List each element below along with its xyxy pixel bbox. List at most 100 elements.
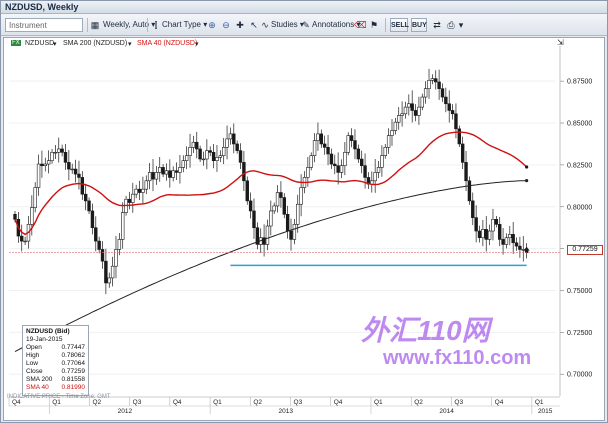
candle-body xyxy=(144,180,148,190)
candle-body xyxy=(107,277,111,284)
candle-body xyxy=(444,96,448,105)
candle-body xyxy=(90,210,95,228)
candle-body xyxy=(481,229,485,239)
x-year-label: 2013 xyxy=(279,408,294,415)
chart-window: NZDUSD, Weekly Instrument ▦ Weekly, Auto… xyxy=(0,0,608,423)
candle-body xyxy=(511,234,515,244)
candle-body xyxy=(70,168,74,171)
candle-body xyxy=(164,170,169,175)
candle-body xyxy=(376,167,381,173)
candlesticks xyxy=(13,68,529,295)
candle-body xyxy=(312,140,317,156)
candle-body xyxy=(211,152,216,161)
candle-body xyxy=(248,200,253,212)
candle-body xyxy=(289,230,293,240)
candle-body xyxy=(121,212,125,240)
candle-body xyxy=(131,193,135,203)
candle-body xyxy=(427,80,431,89)
candle-body xyxy=(80,177,85,195)
candle-body xyxy=(356,148,361,160)
data-value: 0.77259 xyxy=(61,368,86,375)
candle-body xyxy=(46,160,51,165)
candle-body xyxy=(114,249,118,267)
candle-body xyxy=(353,140,357,150)
candle-body xyxy=(484,229,488,240)
candle-body xyxy=(73,168,78,175)
candle-body xyxy=(20,235,24,242)
y-tick-label: 0.82500 xyxy=(567,162,592,169)
data-row-sma40: SMA 40 0.81990 xyxy=(26,384,85,392)
candle-body xyxy=(326,146,330,155)
candle-body xyxy=(282,197,286,215)
candle-body xyxy=(171,170,175,178)
candle-body xyxy=(397,115,401,123)
last-price-tag: 0.77259 xyxy=(567,245,603,255)
candle-body xyxy=(174,170,179,173)
candle-body xyxy=(299,187,303,205)
candle-body xyxy=(30,207,34,225)
candle-body xyxy=(420,96,424,108)
x-quarter-label: Q1 xyxy=(213,399,222,406)
candle-body xyxy=(265,225,270,245)
candle-body xyxy=(67,162,71,170)
candle-body xyxy=(447,103,451,111)
candle-body xyxy=(343,152,347,167)
candle-body xyxy=(83,193,88,202)
candle-body xyxy=(147,172,152,182)
candle-body xyxy=(178,167,182,173)
candle-body xyxy=(198,148,202,160)
data-value: 0.81558 xyxy=(61,376,86,383)
candle-body xyxy=(272,205,276,212)
data-value: 0.77447 xyxy=(61,344,86,351)
data-value: 0.77064 xyxy=(61,360,86,367)
candle-body xyxy=(104,260,108,284)
candle-body xyxy=(383,146,387,156)
candle-body xyxy=(346,135,350,153)
x-quarter-label: Q4 xyxy=(334,399,343,406)
candle-body xyxy=(168,170,172,178)
candle-body xyxy=(292,224,297,240)
candle-body xyxy=(275,192,280,207)
data-row-high: High 0.78062 xyxy=(26,352,85,360)
candle-body xyxy=(306,167,310,178)
candle-body xyxy=(349,135,354,141)
candle-body xyxy=(36,163,41,188)
data-row-low: Low 0.77064 xyxy=(26,360,85,368)
candle-body xyxy=(100,249,105,262)
data-label: Low xyxy=(26,360,38,367)
candle-body xyxy=(252,210,256,228)
candle-body xyxy=(434,78,438,83)
data-window-title: NZDUSD (Bid) xyxy=(26,328,70,335)
y-tick-label: 0.80000 xyxy=(567,204,592,211)
x-quarter-label: Q4 xyxy=(495,399,504,406)
candle-body xyxy=(110,265,115,279)
candle-body xyxy=(285,213,290,232)
candle-body xyxy=(508,234,512,239)
candle-body xyxy=(359,158,364,167)
candle-body xyxy=(296,203,300,225)
candle-body xyxy=(77,173,81,178)
candle-body xyxy=(33,187,37,208)
candle-body xyxy=(127,198,132,203)
data-label: SMA 40 xyxy=(26,384,49,391)
candle-body xyxy=(151,172,155,180)
candle-body xyxy=(501,239,505,245)
candle-body xyxy=(437,81,441,89)
data-value: 0.81990 xyxy=(61,384,86,391)
x-quarter-label: Q2 xyxy=(253,399,262,406)
data-label: Open xyxy=(26,344,42,351)
candle-body xyxy=(417,106,421,116)
candle-body xyxy=(134,188,138,195)
x-quarter-label: Q3 xyxy=(454,399,463,406)
candle-body xyxy=(316,133,320,141)
candle-body xyxy=(201,158,206,161)
candle-body xyxy=(245,180,249,202)
candle-body xyxy=(491,219,495,232)
data-row-sma200: SMA 200 0.81558 xyxy=(26,376,85,384)
candle-body xyxy=(494,219,499,225)
x-quarter-label: Q3 xyxy=(294,399,303,406)
candle-body xyxy=(373,172,377,182)
candle-body xyxy=(97,240,101,250)
x-quarter-label: Q4 xyxy=(12,399,21,406)
x-quarter-label: Q1 xyxy=(535,399,544,406)
